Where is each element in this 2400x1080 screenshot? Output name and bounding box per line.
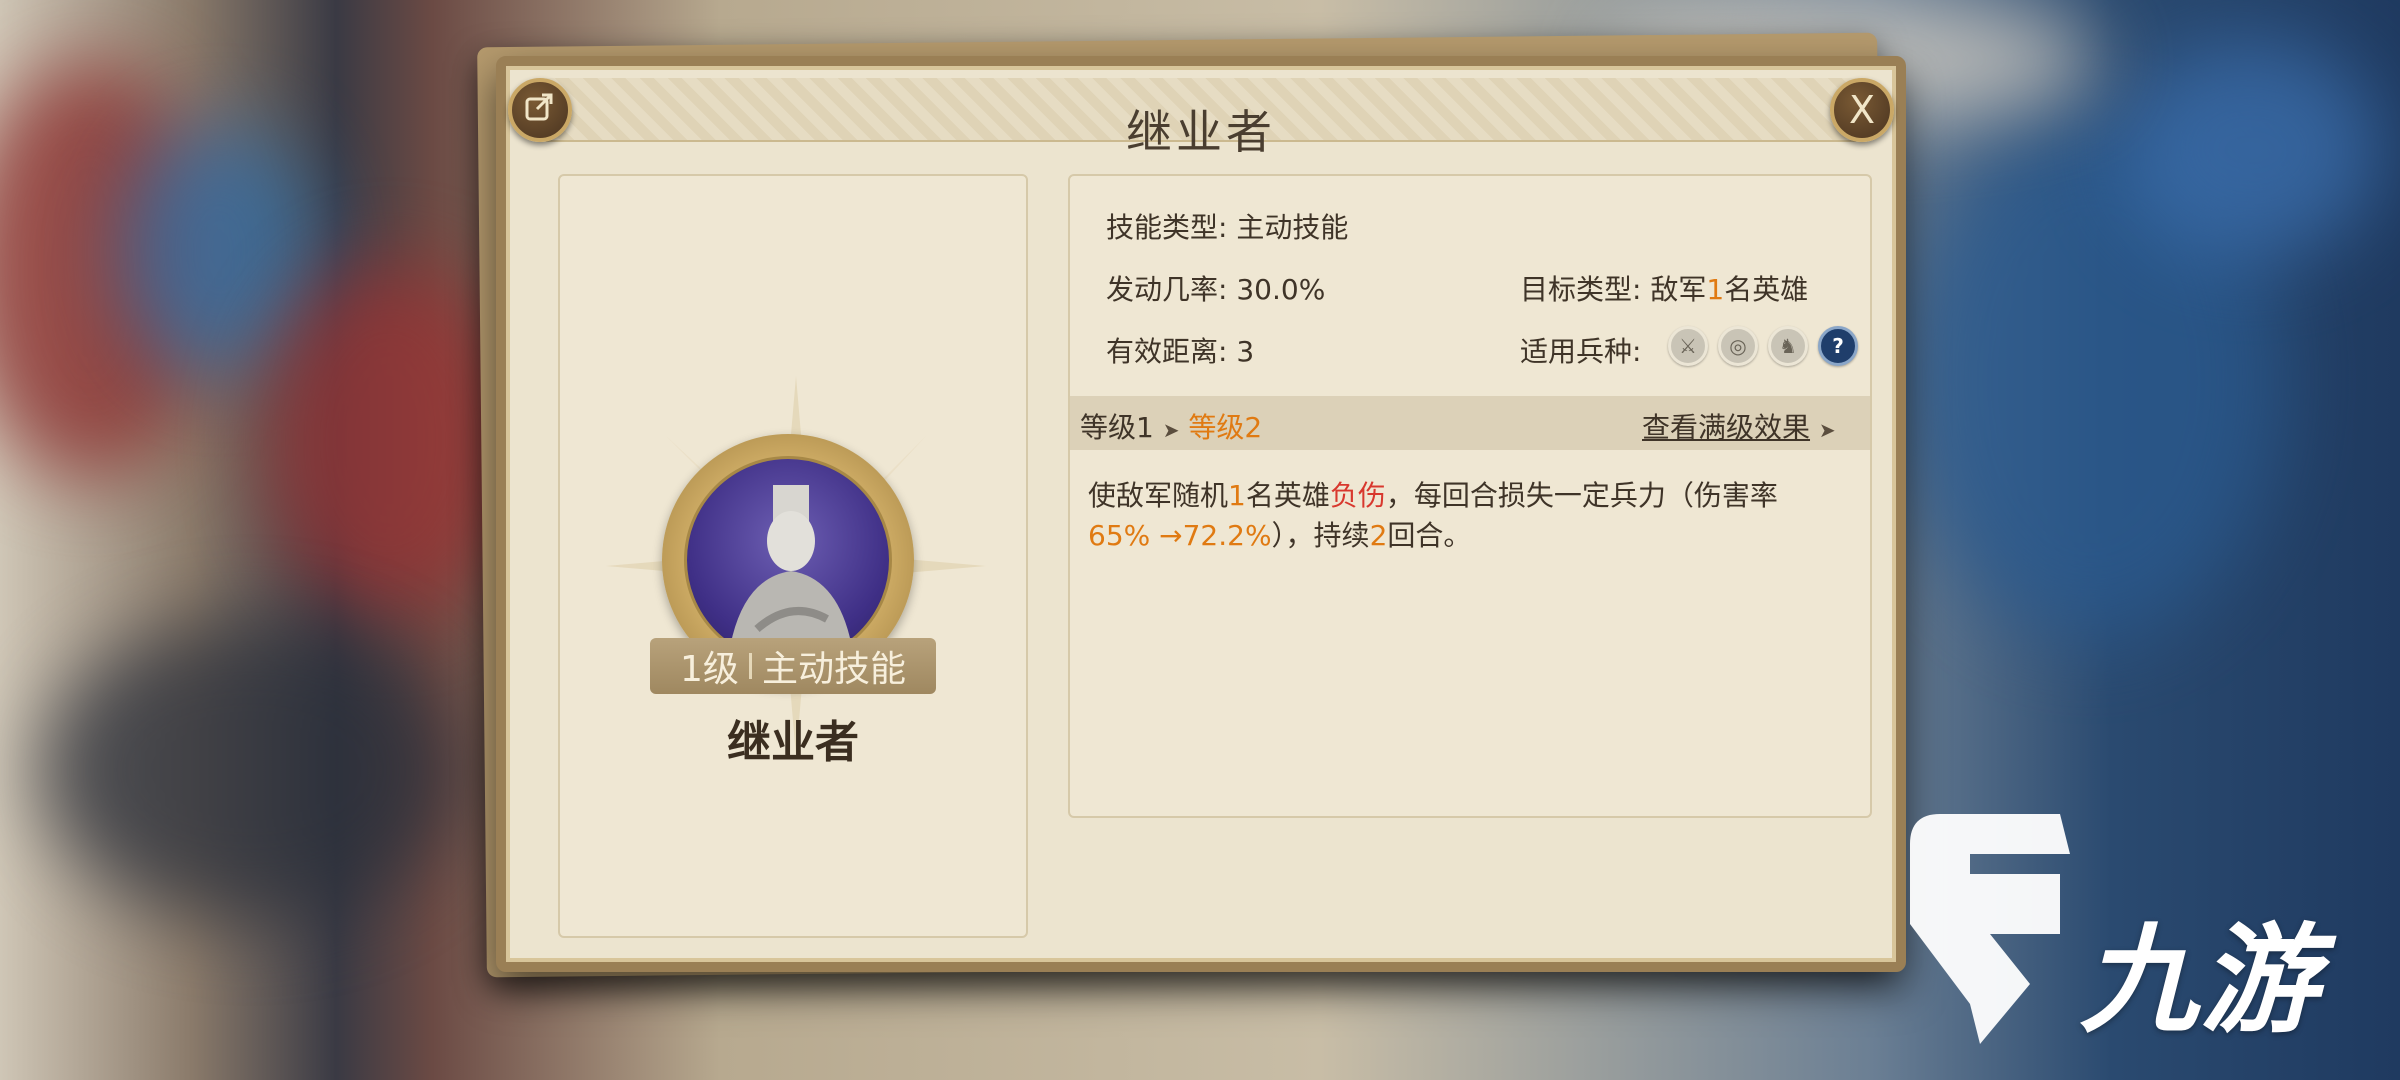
troop-type-label: 适用兵种: (1520, 335, 1642, 368)
desc-turns: 2 (1369, 519, 1388, 552)
desc-text: 使敌军随机 (1088, 479, 1229, 512)
share-icon (523, 89, 557, 132)
share-button[interactable] (508, 78, 572, 142)
troop-type-row: 适用兵种: (1520, 330, 1641, 370)
trigger-rate-value: 30.0% (1236, 273, 1326, 306)
skill-dialog: 继业者 X 1级 主动技能 继业者 技能类型: 主动技能 发动几率: 30.0%… (496, 56, 1906, 972)
hero-statue-icon (727, 485, 855, 661)
troop-type-icons: ⚔ ◎ ♞ ? (1668, 326, 1858, 366)
desc-text: 回合。 (1387, 519, 1472, 552)
bg-shape (40, 620, 460, 920)
level-badge-level: 1级 (680, 649, 739, 690)
range-row: 有效距离: 3 (1106, 330, 1254, 370)
skill-type-value: 主动技能 (1236, 211, 1349, 244)
to-level: 等级2 (1188, 411, 1263, 444)
range-label: 有效距离: (1106, 335, 1228, 368)
from-level: 等级1 (1080, 411, 1154, 444)
target-type-label: 目标类型: (1520, 273, 1642, 306)
link-arrow-icon: ➤ (1818, 418, 1836, 442)
target-type-row: 目标类型: 敌军1名英雄 (1520, 268, 1808, 308)
trigger-rate-label: 发动几率: (1106, 273, 1228, 306)
desc-text: ，每回合损失一定兵力（伤害率 (1385, 479, 1778, 512)
target-type-suffix: 名英雄 (1724, 273, 1809, 306)
watermark-logo: 九游 (1910, 814, 2350, 1049)
desc-count: 1 (1228, 479, 1246, 512)
level-compare: 等级1 ➤ 等级2 (1080, 406, 1262, 446)
watermark-text: 九游 (2080, 911, 2321, 1049)
range-value: 3 (1236, 335, 1255, 368)
badge-divider (748, 653, 752, 679)
close-button[interactable]: X (1830, 78, 1894, 142)
horse-icon[interactable]: ♞ (1768, 326, 1808, 366)
skill-details-card: 技能类型: 主动技能 发动几率: 30.0% 有效距离: 3 目标类型: 敌军1… (1068, 174, 1872, 818)
bg-shape (2120, 40, 2380, 260)
target-icon[interactable]: ◎ (1718, 326, 1758, 366)
level-badge-type: 主动技能 (761, 649, 906, 690)
level-type-badge: 1级 主动技能 (650, 638, 936, 694)
dialog-title: 继业者 (1126, 105, 1276, 159)
desc-status: 负伤 (1329, 479, 1386, 512)
desc-damage-rate: 65% →72.2% (1088, 519, 1272, 552)
skill-portrait (684, 456, 892, 664)
full-effect-link[interactable]: 查看满级效果 (1642, 411, 1810, 444)
skill-type-row: 技能类型: 主动技能 (1106, 206, 1348, 246)
level-compare-bar: 等级1 ➤ 等级2 查看满级效果 ➤ (1070, 396, 1870, 450)
desc-text: 名英雄 (1245, 479, 1330, 512)
target-type-prefix: 敌军 (1650, 273, 1707, 306)
title-bar: 继业者 (546, 78, 1856, 159)
skill-name: 继业者 (727, 717, 859, 768)
skill-type-label: 技能类型: (1106, 211, 1228, 244)
full-effect-link-row[interactable]: 查看满级效果 ➤ (1642, 406, 1836, 446)
sword-icon[interactable]: ⚔ (1668, 326, 1708, 366)
trigger-rate-row: 发动几率: 30.0% (1106, 268, 1325, 308)
desc-text: ），持续 (1271, 519, 1370, 552)
level-arrow-icon: ➤ (1162, 418, 1180, 442)
target-type-count: 1 (1706, 273, 1725, 306)
skill-description: 使敌军随机1名英雄负伤，每回合损失一定兵力（伤害率 65% →72.2%），持续2… (1088, 476, 1848, 556)
skill-portrait-card: 1级 主动技能 继业者 (558, 174, 1028, 938)
question-icon[interactable]: ? (1818, 326, 1858, 366)
